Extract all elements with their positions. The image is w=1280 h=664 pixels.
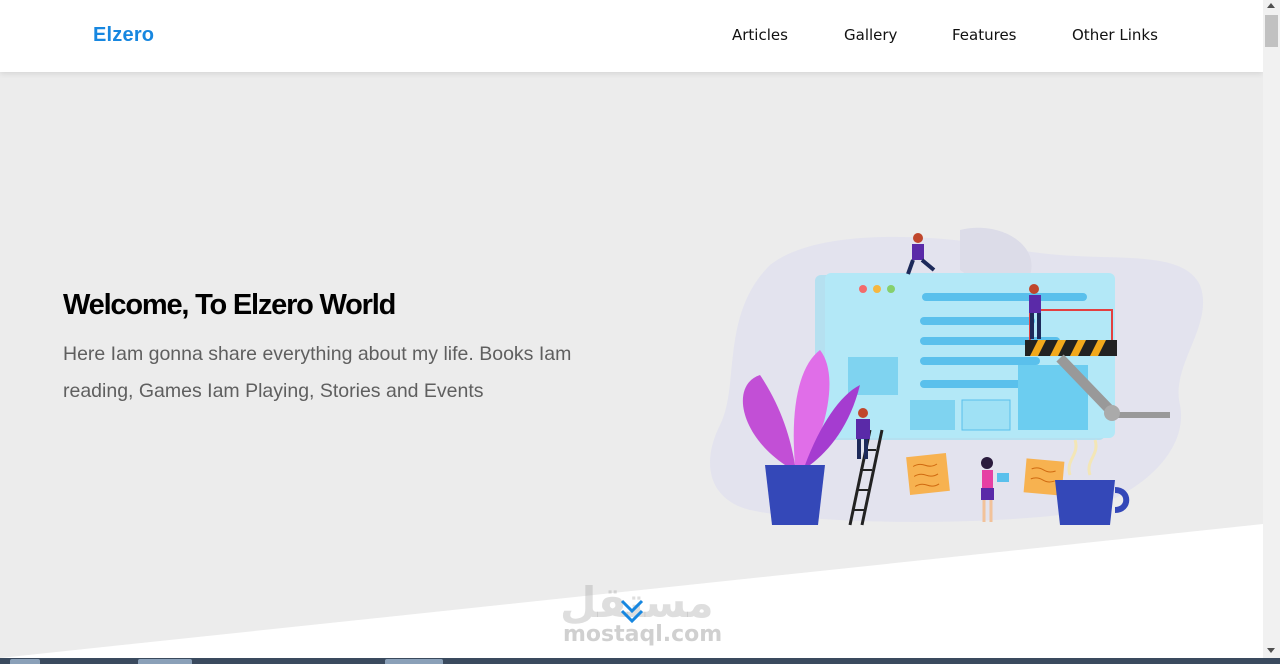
nav-link-features[interactable]: Features bbox=[952, 26, 1017, 44]
start-button[interactable] bbox=[10, 659, 40, 664]
page: Elzero Articles Gallery Features Other L… bbox=[0, 0, 1263, 658]
logo[interactable]: Elzero bbox=[93, 24, 154, 47]
taskbar-item[interactable] bbox=[138, 659, 192, 664]
taskbar bbox=[0, 658, 1280, 664]
scroll-down-arrow-icon[interactable] bbox=[1267, 648, 1275, 653]
nav-link-gallery[interactable]: Gallery bbox=[844, 26, 897, 44]
vertical-scrollbar[interactable] bbox=[1263, 0, 1280, 658]
web-design-illustration bbox=[710, 227, 1204, 526]
hero-text: Here Iam gonna share everything about my… bbox=[63, 343, 572, 402]
double-chevron-down-icon[interactable] bbox=[616, 595, 648, 629]
scroll-thumb[interactable] bbox=[1265, 15, 1278, 47]
scroll-up-arrow-icon[interactable] bbox=[1267, 3, 1275, 8]
taskbar-item[interactable] bbox=[385, 659, 443, 664]
nav-link-other-links[interactable]: Other Links bbox=[1072, 26, 1158, 44]
hero-title: Welcome, To Elzero World bbox=[63, 289, 396, 321]
nav-link-articles[interactable]: Articles bbox=[732, 26, 788, 44]
header: Elzero Articles Gallery Features Other L… bbox=[0, 0, 1263, 72]
